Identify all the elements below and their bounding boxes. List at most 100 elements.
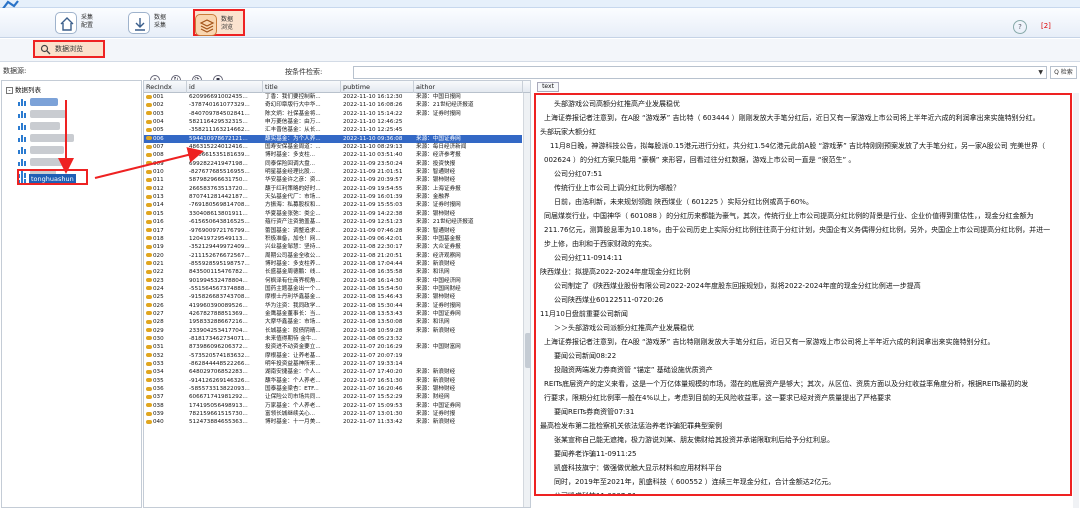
tab-data-browse[interactable]: 数据浏览 bbox=[33, 40, 105, 58]
table-cell: 摩根基金：让养老基... bbox=[265, 352, 321, 359]
table-cell: 2022-11-07 15:09:53 bbox=[343, 402, 403, 409]
table-row[interactable]: 003 -840709784502841... 陈文炳：社保基金将... 2022-1… bbox=[144, 110, 522, 118]
table-cell: 699282241947198... bbox=[189, 160, 248, 167]
col-aithor[interactable]: aithor bbox=[414, 81, 523, 93]
table-cell: 2022-11-09 20:39:57 bbox=[343, 177, 403, 184]
table-row[interactable]: 017 -976900972176799... 蕾国基金：调整追求... 2022-1… bbox=[144, 227, 522, 235]
record-icon bbox=[146, 278, 152, 283]
table-row[interactable]: 031 873986096206372... 投资进不动资金要立... 2022-11… bbox=[144, 343, 522, 351]
table-row[interactable]: 025 -915826683743708... 摩根士丹利华鑫基金... 2022-1… bbox=[144, 293, 522, 301]
table-row[interactable]: 013 870741281442187... 天弘基金代厂：市场... 2022-11… bbox=[144, 193, 522, 201]
table-cell: 大摩华鑫基金：市场... bbox=[265, 319, 321, 326]
document-line: 最高检发布第二批检察机关依法惩治养老诈骗犯罪典型案例 bbox=[540, 422, 722, 430]
search-button[interactable]: Q 检索 bbox=[1050, 66, 1077, 79]
table-row[interactable]: 015 330408613801911... 华夏基金张弛：类企... 2022-11… bbox=[144, 210, 522, 218]
table-row[interactable]: 019 -352129449972409... 兴业基金邹慧：坚持... 2022-1… bbox=[144, 243, 522, 251]
table-cell: 来源：上海证券报 bbox=[416, 185, 461, 192]
table-row[interactable]: 039 782159661515730... 富领长城继续关心... 2022-11-… bbox=[144, 410, 522, 418]
table-row[interactable]: 034 648029706852283... 湖南安捷基金：个人... 2022-11… bbox=[144, 368, 522, 376]
rec-index: 018 bbox=[153, 235, 164, 242]
table-cell: 120419729549113... bbox=[189, 235, 248, 242]
table-cell: 2022-11-10 08:29:13 bbox=[343, 144, 403, 151]
table-cell: -818173462734071... bbox=[189, 335, 250, 342]
help-icon[interactable]: ? bbox=[1013, 20, 1027, 34]
rec-index: 019 bbox=[153, 244, 164, 251]
collect-button[interactable]: 数据 采集 bbox=[128, 9, 176, 36]
source-label: 数据源: bbox=[3, 67, 27, 75]
magnifier-icon bbox=[40, 44, 51, 55]
tab-text[interactable]: text bbox=[537, 82, 559, 92]
table-row[interactable]: 012 266583763513720... 蘸于红利策略的好时... 2022-11… bbox=[144, 185, 522, 193]
record-icon bbox=[146, 253, 152, 258]
redacted-label bbox=[30, 146, 64, 154]
col-recindx[interactable]: RecIndx bbox=[144, 81, 187, 93]
browse-button[interactable]: 数据 浏览 bbox=[193, 9, 245, 36]
table-cell: 周期公司基金全收公... bbox=[265, 252, 321, 259]
table-row[interactable]: 040 512473884655363... 博时基金：十一月美... 2022-11… bbox=[144, 418, 522, 426]
table-row[interactable]: 032 -573520574183632... 摩根基金：让养老基... 2022-1… bbox=[144, 352, 522, 360]
table-cell: 008 bbox=[146, 151, 186, 159]
grid-toolbar: «↻⟳▪ bbox=[150, 66, 240, 85]
collapse-icon[interactable]: - bbox=[6, 87, 13, 94]
table-cell: 来源：投资快报 bbox=[416, 160, 456, 167]
table-row[interactable]: 014 -769180569814708... 方振海：私募股权和... 2022-1… bbox=[144, 201, 522, 209]
table-row[interactable]: 023 901994532478804... 何枫泽有仕商界视角... 2022-11… bbox=[144, 277, 522, 285]
col-pubtime[interactable]: pubtime bbox=[341, 81, 414, 93]
config-button[interactable]: 采集 配置 bbox=[55, 9, 103, 36]
table-row[interactable]: 008 -410661535181639... 博时基金：多支柱... 2022-11… bbox=[144, 151, 522, 159]
table-cell: 来源：财经网 bbox=[416, 394, 450, 401]
table-cell: 027 bbox=[146, 310, 186, 318]
table-row[interactable]: 011 587982966631750... 华安基金许之彦：资... 2022-11… bbox=[144, 176, 522, 184]
redacted-label bbox=[30, 122, 60, 130]
table-cell: 031 bbox=[146, 343, 186, 351]
table-row[interactable]: 027 426782788851369... 金鹰基金董事长：当... 2022-11… bbox=[144, 310, 522, 318]
table-cell: 2022-11-07 20:16:29 bbox=[343, 344, 403, 351]
col-title[interactable]: title bbox=[263, 81, 341, 93]
table-row[interactable]: 033 -862844448522266... 明年投资益基神所来... 2022-1… bbox=[144, 360, 522, 368]
document-line: 002624 ）的分红方案只能用 “豪横” 来形容，回看过往分红数据，游戏上市公… bbox=[544, 156, 856, 164]
table-row[interactable]: 007 486315224012416... 国寿安保基金周道：... 2022-11… bbox=[144, 143, 522, 151]
table-row[interactable]: 037 606671741981292... 让保险公司市场共同... 2022-11… bbox=[144, 393, 522, 401]
table-row[interactable]: 029 233904253417704... 长城基金：股债阴晴... 2022-11… bbox=[144, 327, 522, 335]
table-row[interactable]: 006 594410978672121... 蘸实基金：为个人养... 2022-11… bbox=[144, 134, 522, 144]
table-row[interactable]: 038 174195056498913... 万家基金：个人养老... 2022-11… bbox=[144, 402, 522, 410]
tab-strip bbox=[0, 39, 1080, 62]
tree-root[interactable]: - 数据列表 bbox=[6, 84, 41, 94]
table-row[interactable]: 030 -818173462734071... 未来值得期待 金牛... 2022-1… bbox=[144, 335, 522, 343]
table-row[interactable]: 004 582116429532315... 申万菱信基金：由万... 2022-11… bbox=[144, 118, 522, 126]
scroll-thumb[interactable] bbox=[525, 333, 530, 368]
rec-index: 034 bbox=[153, 369, 164, 376]
filter-select[interactable]: ▼ bbox=[353, 66, 1047, 79]
table-row[interactable]: 018 120419729549113... 积极准备，加仓！网... 2022-11… bbox=[144, 235, 522, 243]
table-cell: 未来值得期待 金牛... bbox=[265, 335, 317, 342]
table-scrollbar[interactable] bbox=[523, 93, 530, 507]
col-id[interactable]: id bbox=[187, 81, 263, 93]
record-icon bbox=[146, 403, 152, 408]
table-row[interactable]: 028 195833288667216... 大摩华鑫基金：市场... 2022-11… bbox=[144, 318, 522, 326]
rec-index: 013 bbox=[153, 194, 164, 201]
table-row[interactable]: 009 699282241947198... 同泰保险回调大盘... 2022-11-… bbox=[144, 160, 522, 168]
table-cell: 国药主题基金出一个... bbox=[265, 285, 321, 292]
table-row[interactable]: 026 419960390089526... 华为注资：我同政学... 2022-11… bbox=[144, 302, 522, 310]
table-row[interactable]: 001 620996691002435... 丁香：我们要控制新... 2022-11… bbox=[144, 93, 522, 101]
table-cell: 来源：中国财富网 bbox=[416, 344, 461, 351]
table-row[interactable]: 021 -855928595198757... 博时基金：多支柱养... 2022-1… bbox=[144, 260, 522, 268]
table-row[interactable]: 022 843500115476782... 长盛基金周德鹏：线... 2022-11… bbox=[144, 268, 522, 276]
table-row[interactable]: 002 -378740161077329... 奇幻印章版行大中华... 2022-1… bbox=[144, 101, 522, 109]
rec-index: 029 bbox=[153, 327, 164, 334]
table-cell: 018 bbox=[146, 235, 186, 243]
table-row[interactable]: 024 -551564567374888... 国药主题基金出一个... 2022-1… bbox=[144, 285, 522, 293]
document-scrollbar[interactable] bbox=[1073, 93, 1079, 508]
table-row[interactable]: 016 -615650643816525... 蕴行资产注资驰盖基... 2022-1… bbox=[144, 218, 522, 226]
table-cell: 330408613801911... bbox=[189, 210, 248, 217]
table-row[interactable]: 036 -585573313822093... 国泰基金梁杏：ETF... 2022-… bbox=[144, 385, 522, 393]
table-row[interactable]: 020 -211152676672567... 周期公司基金全收公... 2022-1… bbox=[144, 252, 522, 260]
table-row[interactable]: 010 -827677685516955... 明星基金经理比股... 2022-11… bbox=[144, 168, 522, 176]
table-cell: 来源：和讯网 bbox=[416, 319, 450, 326]
table-row[interactable]: 035 -914126269146326... 蘸华基金：个人养老... 2022-1… bbox=[144, 377, 522, 385]
table-row[interactable]: 005 -358211163214662... 汇丰晋信基金：从长... 2022-1… bbox=[144, 126, 522, 134]
rec-index: 037 bbox=[153, 394, 164, 401]
table-cell: 来源：每日经济新闻 bbox=[416, 144, 467, 151]
tree-item-tonghuashun[interactable]: tonghuashun bbox=[17, 173, 97, 187]
data-tree: - 数据列表 tonghuashun bbox=[1, 80, 142, 508]
